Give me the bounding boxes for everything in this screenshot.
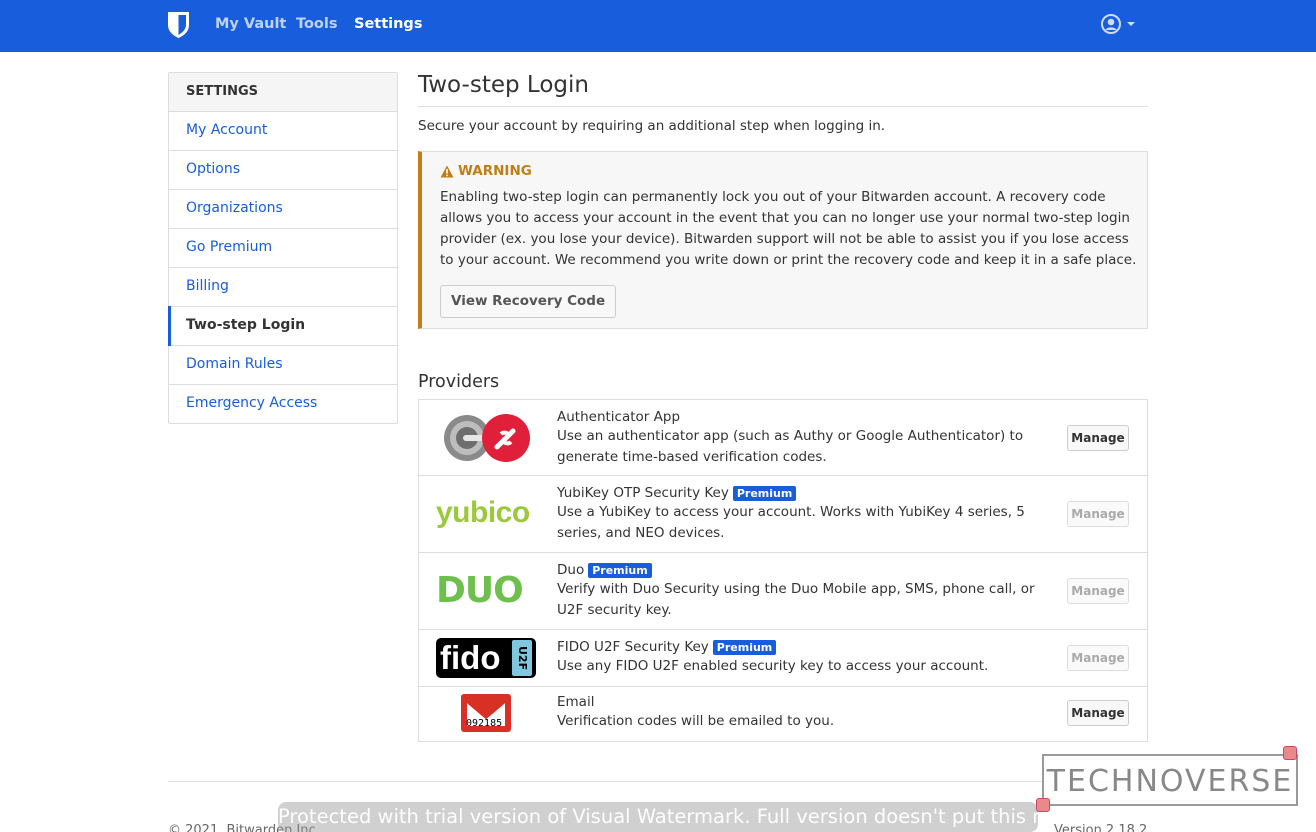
nav-my-vault[interactable]: My Vault: [215, 16, 286, 32]
provider-email: 092185 Email Verification codes will be …: [419, 687, 1147, 741]
top-navbar: My Vault Tools Settings: [0, 0, 1316, 52]
yubico-logo: yubico: [436, 496, 530, 529]
sidebar-item-domain-rules[interactable]: Domain Rules: [169, 346, 397, 385]
provider-description: Verification codes will be emailed to yo…: [557, 713, 835, 729]
manage-duo-button[interactable]: Manage: [1067, 578, 1129, 604]
duo-logo: DUO: [436, 570, 524, 611]
provider-name: Email: [557, 694, 595, 710]
user-circle-icon: [1101, 14, 1135, 34]
watermark-banner: Protected with trial version of Visual W…: [278, 802, 1038, 832]
u2f-logo-text: U2F: [512, 640, 532, 676]
warning-triangle-icon: [440, 165, 454, 177]
sidebar-item-two-step-login[interactable]: Two-step Login: [168, 306, 397, 346]
settings-sidebar: SETTINGS My Account Options Organization…: [168, 72, 398, 424]
warning-title-text: WARNING: [458, 163, 532, 179]
manage-fido-button[interactable]: Manage: [1067, 645, 1129, 671]
provider-description: Use a YubiKey to access your account. Wo…: [557, 504, 1025, 541]
sidebar-item-options[interactable]: Options: [169, 151, 397, 190]
caret-down-icon: [1127, 22, 1135, 26]
sidebar-item-go-premium[interactable]: Go Premium: [169, 229, 397, 268]
footer-version: Version 2.18.2: [1054, 823, 1148, 832]
account-menu[interactable]: [1101, 14, 1141, 36]
provider-name: YubiKey OTP Security Key: [557, 485, 729, 501]
fido-logo-text: fido: [440, 639, 501, 676]
providers-heading: Providers: [418, 372, 500, 392]
sidebar-item-emergency-access[interactable]: Emergency Access: [169, 385, 397, 423]
email-code-text: 092185: [466, 718, 503, 729]
bitwarden-shield-icon[interactable]: [166, 11, 191, 39]
view-recovery-code-button[interactable]: View Recovery Code: [440, 285, 617, 318]
providers-list: Authenticator App Use an authenticator a…: [418, 399, 1148, 742]
fido-u2f-logo: fido U2F: [436, 638, 536, 678]
warning-title: WARNING: [440, 163, 1129, 179]
email-logo: 092185: [461, 694, 511, 732]
technoverse-watermark-logo: TECHNOVERSE: [1042, 754, 1298, 806]
provider-yubikey: yubico YubiKey OTP Security Key Premium U…: [419, 476, 1147, 553]
sidebar-header: SETTINGS: [169, 73, 397, 112]
provider-authenticator-app: Authenticator App Use an authenticator a…: [419, 400, 1147, 476]
provider-description: Verify with Duo Security using the Duo M…: [557, 581, 1035, 618]
nav-settings[interactable]: Settings: [354, 16, 422, 32]
page-intro: Secure your account by requiring an addi…: [418, 118, 886, 134]
chip-icon: [1036, 798, 1050, 812]
provider-duo: DUO Duo Premium Verify with Duo Security …: [419, 553, 1147, 630]
provider-description: Use an authenticator app (such as Authy …: [557, 428, 1024, 465]
provider-name: FIDO U2F Security Key: [557, 639, 709, 655]
chip-icon: [1283, 746, 1297, 760]
provider-fido-u2f: fido U2F FIDO U2F Security Key Premium Us…: [419, 630, 1147, 687]
premium-badge: Premium: [712, 639, 777, 655]
provider-description: Use any FIDO U2F enabled security key to…: [557, 658, 989, 674]
provider-name: Authenticator App: [557, 409, 681, 425]
manage-authenticator-button[interactable]: Manage: [1067, 425, 1129, 451]
manage-email-button[interactable]: Manage: [1067, 700, 1129, 726]
authenticator-app-logo-icon: [444, 414, 530, 462]
page-title: Two-step Login: [418, 72, 589, 98]
sidebar-item-billing[interactable]: Billing: [169, 268, 397, 307]
footer-divider: [168, 781, 1148, 782]
premium-badge: Premium: [588, 562, 652, 578]
title-divider: [418, 106, 1148, 107]
provider-name: Duo: [557, 562, 585, 578]
sidebar-item-my-account[interactable]: My Account: [169, 112, 397, 151]
sidebar-item-organizations[interactable]: Organizations: [169, 190, 397, 229]
warning-callout: WARNING Enabling two-step login can perm…: [418, 151, 1148, 329]
nav-tools[interactable]: Tools: [296, 16, 338, 32]
warning-text: Enabling two-step login can permanently …: [440, 189, 1137, 268]
premium-badge: Premium: [732, 485, 797, 501]
manage-yubikey-button[interactable]: Manage: [1067, 501, 1129, 527]
